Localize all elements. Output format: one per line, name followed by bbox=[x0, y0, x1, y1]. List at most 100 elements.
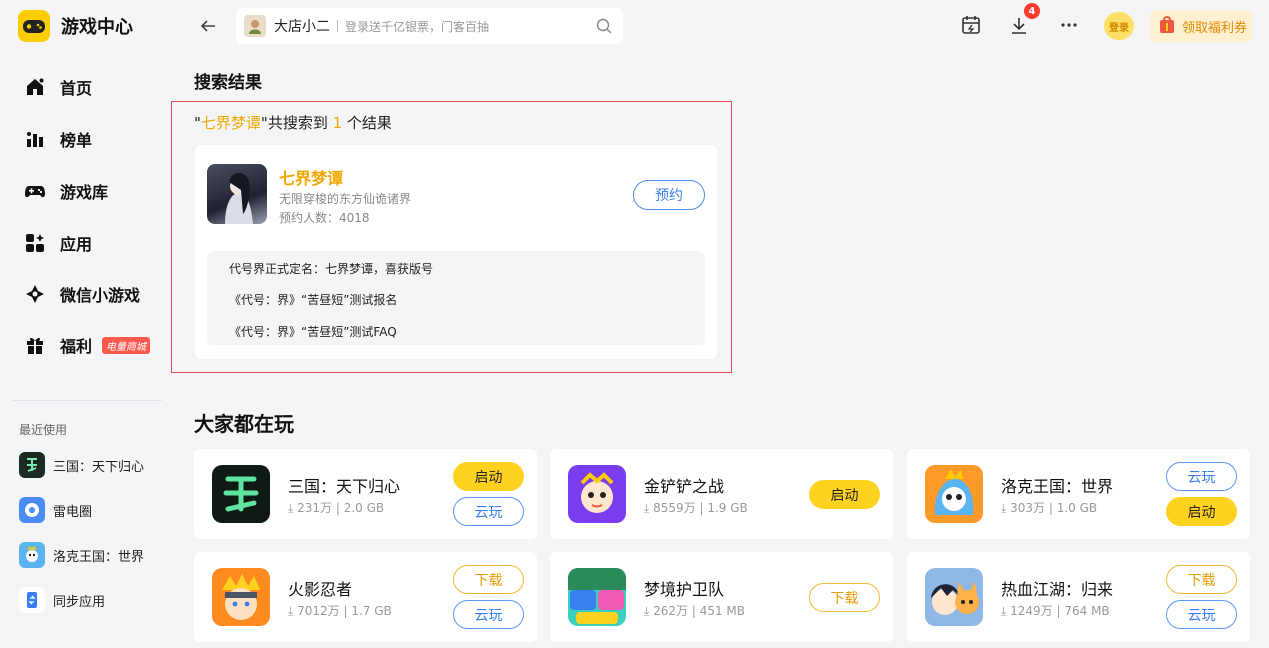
game-meta: ⤓ 1249万 | 764 MB bbox=[1001, 604, 1110, 618]
home-icon bbox=[24, 76, 46, 98]
leidian-app-icon bbox=[19, 497, 45, 523]
download-count: 303万 bbox=[1010, 501, 1046, 515]
game-name: 洛克王国：世界 bbox=[1001, 477, 1114, 496]
recent-title: 最近使用 bbox=[19, 423, 68, 437]
download-count: 8559万 bbox=[653, 501, 696, 515]
more-icon[interactable] bbox=[1058, 14, 1082, 38]
nav-item-ranking[interactable]: 榜单 bbox=[0, 119, 176, 159]
cloud-play-button[interactable]: 云玩 bbox=[453, 497, 524, 526]
mini-game-icon bbox=[24, 283, 46, 305]
recent-item-roco[interactable]: 洛克王国：世界 bbox=[19, 541, 144, 569]
launch-button[interactable]: 启动 bbox=[1166, 497, 1237, 526]
search-avatar-icon bbox=[244, 15, 266, 37]
game-card-jinchanchan[interactable]: 金铲铲之战 ⤓ 8559万 | 1.9 GB 启动 bbox=[550, 449, 893, 539]
nav-item-welfare[interactable]: 福利 电量商城 bbox=[0, 325, 176, 365]
summary-suffix: 个结果 bbox=[342, 114, 392, 132]
game-description: 无限穿梭的东方仙诡诸界 bbox=[279, 192, 412, 206]
coupon-label: 领取福利券 bbox=[1182, 20, 1248, 36]
game-size: 764 MB bbox=[1064, 604, 1110, 618]
game-card-sanguo[interactable]: 三国：天下归心 ⤓ 231万 | 2.0 GB 启动 云玩 bbox=[194, 449, 537, 539]
reservation-count: 预约人数：4018 bbox=[279, 211, 370, 225]
game-name: 三国：天下归心 bbox=[288, 477, 401, 496]
naruto-game-icon bbox=[212, 568, 270, 626]
nav-item-apps[interactable]: 应用 bbox=[0, 223, 176, 263]
rexue-game-icon bbox=[925, 568, 983, 626]
nav-item-wechat-mini-games[interactable]: 微信小游戏 bbox=[0, 274, 176, 314]
nav-item-game-library[interactable]: 游戏库 bbox=[0, 171, 176, 211]
roco-app-icon bbox=[19, 542, 45, 568]
news-item[interactable]: 《代号：界》“苦昼短”测试报名 bbox=[229, 291, 397, 308]
game-meta: ⤓ 8559万 | 1.9 GB bbox=[644, 501, 748, 515]
recent-label: 洛克王国：世界 bbox=[53, 549, 145, 565]
download-count: 1249万 bbox=[1010, 604, 1053, 618]
apps-icon bbox=[24, 232, 46, 254]
recent-label: 同步应用 bbox=[53, 594, 106, 610]
news-item[interactable]: 代号界正式定名：七界梦谭，喜获版号 bbox=[229, 260, 433, 277]
back-arrow-icon[interactable] bbox=[198, 16, 220, 36]
result-game-card[interactable]: 七界梦谭 无限穿梭的东方仙诡诸界 预约人数：4018 预约 代号界正式定名：七界… bbox=[195, 145, 717, 359]
launch-button[interactable]: 启动 bbox=[809, 480, 880, 509]
gift-bag-icon bbox=[1158, 14, 1176, 38]
recent-label: 雷电圈 bbox=[53, 504, 93, 520]
search-results-title: 搜索结果 bbox=[194, 73, 262, 93]
reserve-button[interactable]: 预约 bbox=[633, 180, 705, 210]
game-card-rexue[interactable]: 热血江湖：归来 ⤓ 1249万 | 764 MB 下载 云玩 bbox=[907, 552, 1250, 642]
claim-coupon-button[interactable]: 领取福利券 bbox=[1150, 10, 1252, 42]
mall-badge: 电量商城 bbox=[102, 336, 151, 354]
game-name: 火影忍者 bbox=[288, 580, 353, 599]
sidebar: 游戏中心 首页 榜单 游戏库 应用 微信小游戏 福利 电量商城 最近使用 三国：… bbox=[0, 0, 176, 648]
jinchanchan-game-icon bbox=[568, 465, 626, 523]
download-button[interactable]: 下载 bbox=[453, 565, 524, 594]
sync-app-icon bbox=[19, 587, 45, 613]
calendar-icon[interactable] bbox=[960, 14, 984, 38]
dream-guard-game-icon bbox=[568, 568, 626, 626]
news-item[interactable]: 《代号：界》“苦昼短”测试FAQ bbox=[229, 323, 397, 340]
recent-item-sync-apps[interactable]: 同步应用 bbox=[19, 586, 105, 614]
recent-item-leidian[interactable]: 雷电圈 bbox=[19, 496, 92, 524]
search-result-box: "七界梦谭"共搜索到 1 个结果 七界梦谭 无限穿梭的东方仙诡诸界 预约人数：4… bbox=[171, 101, 732, 373]
recent-label: 三国：天下归心 bbox=[53, 459, 145, 475]
game-size: 1.9 GB bbox=[707, 501, 748, 515]
nav-label: 微信小游戏 bbox=[60, 286, 141, 305]
download-count: 231万 bbox=[297, 501, 333, 515]
game-size: 451 MB bbox=[699, 604, 746, 618]
nav-label: 榜单 bbox=[60, 131, 93, 150]
sanguo-game-icon bbox=[212, 465, 270, 523]
launch-button[interactable]: 启动 bbox=[453, 462, 524, 491]
download-button[interactable]: 下载 bbox=[1166, 565, 1237, 594]
game-meta: ⤓ 303万 | 1.0 GB bbox=[1001, 501, 1098, 515]
app-logo: 游戏中心 bbox=[18, 10, 133, 42]
game-name: 热血江湖：归来 bbox=[1001, 580, 1114, 599]
roco-game-icon bbox=[925, 465, 983, 523]
download-button[interactable]: 下载 bbox=[809, 583, 880, 612]
game-size: 1.0 GB bbox=[1056, 501, 1098, 515]
cloud-play-button[interactable]: 云玩 bbox=[453, 600, 524, 629]
download-count: 7012万 bbox=[297, 604, 340, 618]
search-icon[interactable] bbox=[595, 17, 613, 35]
nav-item-home[interactable]: 首页 bbox=[0, 67, 176, 107]
game-card-roco[interactable]: 洛克王国：世界 ⤓ 303万 | 1.0 GB 云玩 启动 bbox=[907, 449, 1250, 539]
search-bar[interactable]: 大店小二 登录送千亿银票，门客百抽 bbox=[236, 8, 623, 44]
game-size: 1.7 GB bbox=[351, 604, 392, 618]
game-thumbnail[interactable] bbox=[207, 164, 267, 224]
app-title: 游戏中心 bbox=[61, 17, 133, 38]
nav-label: 福利 bbox=[60, 337, 93, 356]
recent-item-sanguo[interactable]: 三国：天下归心 bbox=[19, 451, 144, 479]
game-card-dream-guard[interactable]: 梦境护卫队 ⤓ 262万 | 451 MB 下载 bbox=[550, 552, 893, 642]
search-summary: "七界梦谭"共搜索到 1 个结果 bbox=[194, 112, 392, 133]
search-input[interactable]: 大店小二 bbox=[274, 16, 330, 36]
summary-open-quote: " bbox=[194, 114, 201, 132]
game-card-naruto[interactable]: 火影忍者 ⤓ 7012万 | 1.7 GB 下载 云玩 bbox=[194, 552, 537, 642]
search-separator bbox=[337, 20, 338, 32]
game-name[interactable]: 七界梦谭 bbox=[279, 165, 343, 189]
summary-query: 七界梦谭 bbox=[200, 114, 261, 132]
download-count: 262万 bbox=[653, 604, 689, 618]
cloud-play-button[interactable]: 云玩 bbox=[1166, 600, 1237, 629]
login-button[interactable]: 登录 bbox=[1104, 12, 1134, 40]
game-name: 梦境护卫队 bbox=[644, 580, 725, 599]
sidebar-divider bbox=[12, 400, 162, 401]
nav-label: 应用 bbox=[60, 235, 93, 254]
cloud-play-button[interactable]: 云玩 bbox=[1166, 462, 1237, 491]
game-meta: ⤓ 7012万 | 1.7 GB bbox=[288, 604, 392, 618]
nav-label: 首页 bbox=[60, 79, 93, 98]
